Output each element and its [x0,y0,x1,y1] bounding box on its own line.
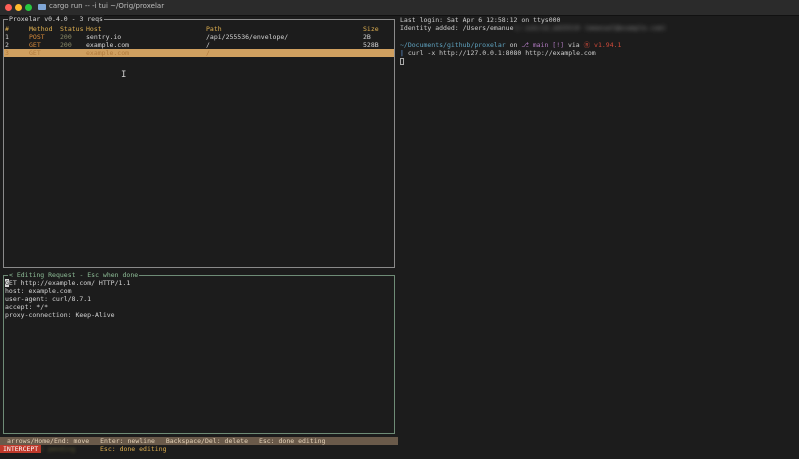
prompt-on: on [505,41,522,49]
pending-count: 1 pending [40,445,76,453]
command-line[interactable]: | curl -x http://127.0.0.1:8080 http://e… [400,49,596,58]
row-host: example.com [86,41,130,49]
status-bar: INTERCEPT 1 pending Esc: done editing [0,445,398,453]
row-method: GET [29,49,41,57]
intercept-mode-badge: INTERCEPT [0,445,42,453]
table-row[interactable]: 1 POST 200 sentry.io /api/255536/envelop… [4,33,394,41]
prompt-via: via [564,41,584,49]
column-header-path: Path [206,25,222,33]
close-window-button[interactable] [5,4,12,11]
row-status: 200 [60,41,72,49]
editor-panel-title: < Editing Request - Esc when done [8,271,140,279]
table-row[interactable]: 2 GET 200 example.com / 528B [4,41,394,49]
status-hint: Esc: done editing [100,445,167,453]
column-header-number: # [5,25,9,33]
hint-move: arrows/Home/End: move [7,437,90,445]
row-number: 3 [5,49,9,57]
requests-panel-title: Proxelar v0.4.0 - 3 reqs [8,15,104,23]
row-number: 1 [5,33,9,41]
git-branch: ⎇ main [!] [521,41,565,49]
request-line-text: ET http://example.com/ HTTP/1.1 [8,279,131,287]
row-host: sentry.io [86,33,122,41]
shell-cursor [400,57,404,65]
folder-icon [38,4,46,10]
hint-done: Esc: done editing [258,437,326,445]
window-title: cargo run -- -i tui ~/Orig/proxelar [49,2,165,10]
header-line-proxy-connection[interactable]: proxy-connection: Keep-Alive [5,311,115,319]
column-header-host: Host [86,25,102,33]
row-number: 2 [5,41,9,49]
mouse-ibeam-cursor-icon: I [121,70,127,80]
header-line-accept[interactable]: accept: */* [5,303,48,311]
shell-pane[interactable]: Last login: Sat Apr 6 12:58:12 on ttys00… [398,16,799,459]
request-editor-panel[interactable]: < Editing Request - Esc when done GET ht… [3,271,395,434]
row-size: 528B [363,41,379,49]
row-method: POST [29,33,45,41]
column-header-status: Status [60,25,84,33]
minimize-window-button[interactable] [15,4,22,11]
identity-line: Identity added: /Users/emanuel/.ssh/id_e… [400,24,666,33]
hint-delete: Backspace/Del: delete [165,437,249,445]
header-line-host[interactable]: host: example.com [5,287,72,295]
key-hint-bar: arrows/Home/End: move Enter: newline Bac… [0,437,398,445]
table-row-selected[interactable]: 3 GET example.com / [4,49,394,57]
row-status: 200 [60,33,72,41]
requests-panel: Proxelar v0.4.0 - 3 reqs # Method Status… [3,15,395,268]
requests-table-header: # Method Status Host Path Size [4,25,394,33]
proxy-tui-pane[interactable]: Proxelar v0.4.0 - 3 reqs # Method Status… [0,15,398,459]
row-path: / [206,41,210,49]
title-bar: cargo run -- -i tui ~/Orig/proxelar [0,0,799,16]
row-method: GET [29,41,41,49]
row-path: / [206,49,210,57]
terminal-window: cargo run -- -i tui ~/Orig/proxelar Prox… [0,0,799,459]
identity-redacted: l/.ssh/id_ed25519 (emanuel@example.com) [513,24,667,32]
shell-cursor-line[interactable] [400,57,404,66]
curl-command: curl -x http://127.0.0.1:8080 http://exa… [403,49,596,57]
hint-newline: Enter: newline [100,437,155,445]
row-host: example.com [86,49,130,57]
request-line[interactable]: GET http://example.com/ HTTP/1.1 [5,279,130,287]
header-line-user-agent[interactable]: user-agent: curl/8.7.1 [5,295,91,303]
prompt-path: ~/Documents/github/proxelar [400,41,506,49]
column-header-method: Method [29,25,53,33]
column-header-size: Size [363,25,379,33]
row-path: /api/255536/envelope/ [206,33,289,41]
rust-version: Ⓡ v1.94.1 [583,41,622,49]
zoom-window-button[interactable] [25,4,32,11]
identity-text: Identity added: /Users/emanue [400,24,514,32]
row-size: 2B [363,33,371,41]
